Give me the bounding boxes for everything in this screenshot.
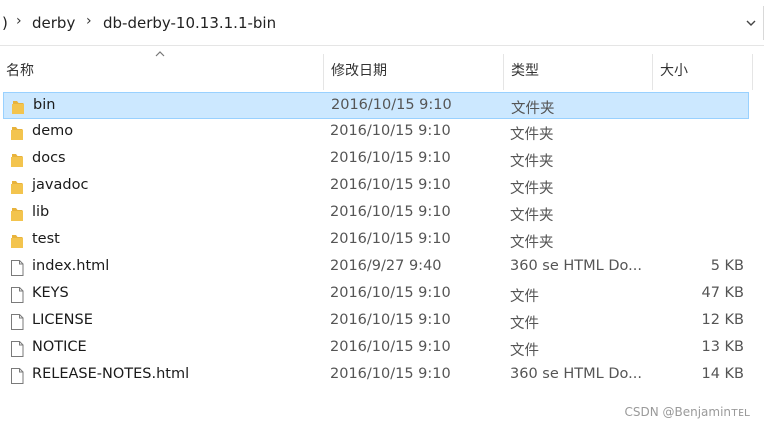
file-date: 2016/10/15 9:10	[331, 97, 452, 113]
file-type: 文件	[510, 316, 539, 332]
table-row[interactable]: docs 2016/10/15 9:10 文件夹	[3, 146, 749, 173]
file-name: RELEASE-NOTES.html	[32, 366, 190, 382]
file-name: index.html	[32, 258, 110, 274]
column-divider[interactable]	[323, 54, 324, 90]
sort-ascending-icon	[155, 51, 165, 57]
file-name: test	[32, 231, 60, 247]
file-size: 12 KB	[701, 312, 744, 328]
column-divider[interactable]	[752, 54, 753, 90]
column-header-date[interactable]: 修改日期	[331, 60, 387, 80]
chevron-down-icon[interactable]	[746, 18, 756, 28]
file-type: 360 se HTML Do...	[510, 366, 642, 382]
file-date: 2016/10/15 9:10	[330, 312, 451, 328]
file-icon	[11, 287, 24, 303]
breadcrumb-separator-icon: ›	[16, 13, 22, 29]
column-divider[interactable]	[503, 54, 504, 90]
folder-icon	[11, 127, 23, 140]
folder-icon	[11, 154, 23, 167]
table-row[interactable]: lib 2016/10/15 9:10 文件夹	[3, 200, 749, 227]
file-type: 文件	[510, 289, 539, 305]
breadcrumb-item-derby[interactable]: derby	[32, 14, 75, 32]
table-row[interactable]: RELEASE-NOTES.html 2016/10/15 9:10 360 s…	[3, 362, 749, 389]
column-header-name[interactable]: 名称	[6, 60, 34, 80]
file-date: 2016/10/15 9:10	[330, 231, 451, 247]
file-date: 2016/10/15 9:10	[330, 339, 451, 355]
watermark: CSDN @Benjaminᴛᴇʟ	[624, 405, 750, 419]
file-date: 2016/10/15 9:10	[330, 366, 451, 382]
table-row[interactable]: NOTICE 2016/10/15 9:10 文件 13 KB	[3, 335, 749, 362]
file-date: 2016/10/15 9:10	[330, 177, 451, 193]
table-row[interactable]: index.html 2016/9/27 9:40 360 se HTML Do…	[3, 254, 749, 281]
table-row[interactable]: KEYS 2016/10/15 9:10 文件 47 KB	[3, 281, 749, 308]
file-type: 文件夹	[510, 235, 554, 251]
table-row[interactable]: demo 2016/10/15 9:10 文件夹	[3, 119, 749, 146]
breadcrumb-separator-icon: ›	[86, 13, 92, 29]
table-row[interactable]: bin 2016/10/15 9:10 文件夹	[3, 92, 749, 119]
file-type: 文件夹	[510, 154, 554, 170]
table-row[interactable]: test 2016/10/15 9:10 文件夹	[3, 227, 749, 254]
column-divider[interactable]	[652, 54, 653, 90]
file-name: docs	[32, 150, 66, 166]
file-date: 2016/10/15 9:10	[330, 285, 451, 301]
column-header-row: 名称 修改日期 类型 大小	[0, 46, 764, 90]
file-name: javadoc	[32, 177, 89, 193]
breadcrumb-truncated: )	[2, 14, 8, 32]
file-name: bin	[33, 97, 56, 113]
file-name: lib	[32, 204, 50, 220]
file-icon	[11, 260, 24, 276]
file-type: 360 se HTML Do...	[510, 258, 642, 274]
file-date: 2016/9/27 9:40	[330, 258, 442, 274]
column-header-type[interactable]: 类型	[511, 60, 539, 80]
file-size: 47 KB	[701, 285, 744, 301]
file-name: LICENSE	[32, 312, 93, 328]
folder-icon	[11, 181, 23, 194]
column-header-size[interactable]: 大小	[660, 60, 688, 80]
table-row[interactable]: LICENSE 2016/10/15 9:10 文件 12 KB	[3, 308, 749, 335]
file-type: 文件夹	[511, 101, 555, 117]
file-date: 2016/10/15 9:10	[330, 150, 451, 166]
table-row[interactable]: javadoc 2016/10/15 9:10 文件夹	[3, 173, 749, 200]
address-bar[interactable]: ) › derby › db-derby-10.13.1.1-bin	[0, 0, 764, 46]
file-name: demo	[32, 123, 74, 139]
file-type: 文件	[510, 343, 539, 359]
file-type: 文件夹	[510, 181, 554, 197]
folder-icon	[12, 101, 24, 114]
file-size: 14 KB	[701, 366, 744, 382]
file-date: 2016/10/15 9:10	[330, 204, 451, 220]
file-icon	[11, 368, 24, 384]
file-name: KEYS	[32, 285, 69, 301]
file-icon	[11, 341, 24, 357]
file-icon	[11, 314, 24, 330]
folder-icon	[11, 235, 23, 248]
file-type: 文件夹	[510, 208, 554, 224]
file-name: NOTICE	[32, 339, 87, 355]
file-type: 文件夹	[510, 127, 554, 143]
breadcrumb-item-current[interactable]: db-derby-10.13.1.1-bin	[103, 14, 276, 32]
folder-icon	[11, 208, 23, 221]
file-date: 2016/10/15 9:10	[330, 123, 451, 139]
file-size: 5 KB	[710, 258, 744, 274]
file-size: 13 KB	[701, 339, 744, 355]
